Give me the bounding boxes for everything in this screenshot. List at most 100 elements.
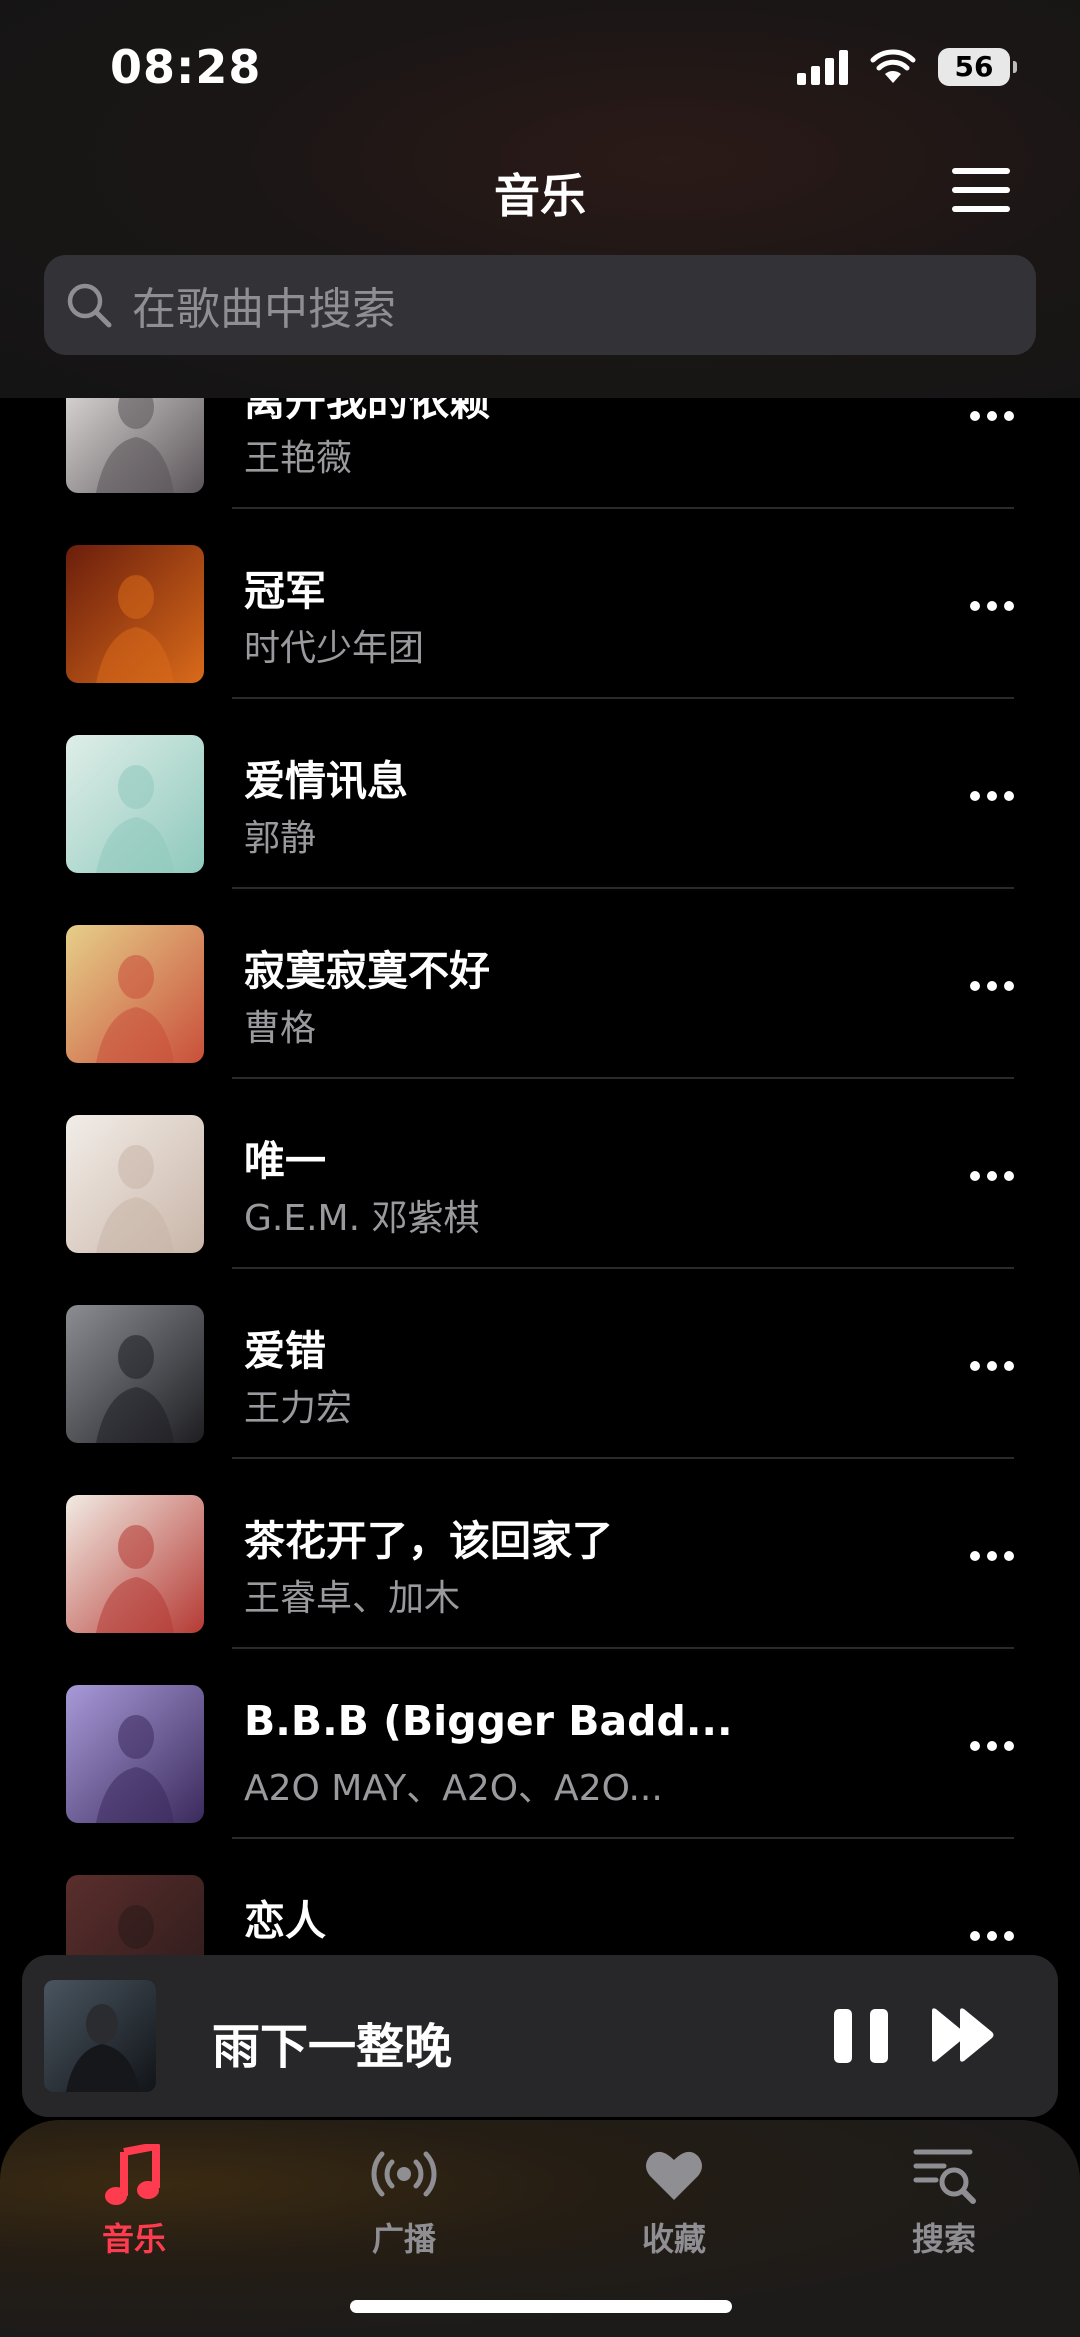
more-dot — [987, 1551, 997, 1561]
tab-music[interactable]: 音乐 — [34, 2144, 234, 2274]
album-cover — [66, 1495, 204, 1633]
song-row[interactable]: 寂寞寂寞不好 曹格 — [0, 889, 1080, 1079]
skip-forward-icon[interactable] — [928, 2005, 998, 2065]
tab-label: 搜索 — [911, 2220, 976, 2258]
more-dot — [1004, 411, 1014, 421]
tab-search[interactable]: 搜索 — [844, 2144, 1044, 2274]
tab-label: 音乐 — [101, 2220, 166, 2258]
more-dot — [1004, 791, 1014, 801]
more-dot — [1004, 601, 1014, 611]
now-playing-title: 雨下一整晚 — [212, 2019, 453, 2075]
more-dot — [970, 1361, 980, 1371]
song-title: 爱情讯息 — [244, 757, 408, 805]
song-row[interactable]: 恋人 — [0, 1839, 1080, 1956]
album-cover — [66, 735, 204, 873]
status-bar: 08:28 56 — [0, 0, 1080, 140]
song-row[interactable]: 爱错 王力宏 — [0, 1269, 1080, 1459]
search-placeholder: 在歌曲中搜索 — [132, 284, 396, 335]
album-cover — [66, 1685, 204, 1823]
more-dot — [987, 981, 997, 991]
more-options-button[interactable] — [970, 1361, 1014, 1371]
song-artist: 王艳薇 — [244, 438, 353, 479]
more-dot — [987, 1741, 997, 1751]
more-dot — [987, 1931, 997, 1941]
more-dot — [1004, 981, 1014, 991]
more-dot — [970, 601, 980, 611]
more-options-button[interactable] — [970, 1551, 1014, 1561]
more-dot — [970, 981, 980, 991]
more-options-button[interactable] — [970, 411, 1014, 421]
song-artist: 郭静 — [244, 818, 317, 859]
search-icon — [67, 283, 112, 328]
more-options-button[interactable] — [970, 981, 1014, 991]
album-cover — [66, 1115, 204, 1253]
album-cover — [66, 1875, 204, 1956]
album-cover — [66, 925, 204, 1063]
more-dot — [987, 601, 997, 611]
more-dot — [1004, 1171, 1014, 1181]
song-title: 爱错 — [244, 1327, 326, 1375]
more-dot — [970, 791, 980, 801]
battery-indicator: 56 — [938, 48, 1017, 86]
more-options-button[interactable] — [970, 791, 1014, 801]
song-artist: 时代少年团 — [244, 628, 425, 669]
more-options-button[interactable] — [970, 601, 1014, 611]
more-dot — [987, 411, 997, 421]
more-dot — [970, 1171, 980, 1181]
page-title: 音乐 — [494, 169, 586, 223]
more-options-button[interactable] — [970, 1171, 1014, 1181]
more-dot — [987, 1171, 997, 1181]
song-artist: 曹格 — [244, 1008, 317, 1049]
more-options-button[interactable] — [970, 1931, 1014, 1941]
more-dot — [1004, 1361, 1014, 1371]
album-cover — [66, 545, 204, 683]
song-artist: 王力宏 — [244, 1388, 353, 1429]
song-title: 冠军 — [244, 567, 326, 615]
more-dot — [970, 411, 980, 421]
menu-icon-line — [952, 168, 1010, 174]
tab-broadcast[interactable]: 广播 — [304, 2144, 504, 2274]
wifi-icon — [870, 49, 916, 83]
song-artist: G.E.M. 邓紫棋 — [244, 1198, 480, 1239]
search-list-icon — [913, 2149, 976, 2204]
song-row[interactable]: B.B.B (Bigger Badd... A2O MAY、A2O、A2O... — [0, 1649, 1080, 1839]
broadcast-icon — [371, 2151, 437, 2197]
song-row[interactable]: 唯一 G.E.M. 邓紫棋 — [0, 1079, 1080, 1269]
song-list: 离开我的依赖 王艳薇 冠军 时代少年团 爱情讯息 郭静 寂寞寂寞不好 曹格 唯一 G.E.M. 邓… — [0, 372, 1080, 1956]
more-dot — [970, 1931, 980, 1941]
cellular-signal-icon — [797, 49, 848, 85]
status-icons: 56 — [797, 48, 1017, 86]
song-title: 寂寞寂寞不好 — [244, 947, 490, 995]
tab-label: 收藏 — [641, 2220, 706, 2258]
more-dot — [1004, 1551, 1014, 1561]
heart-icon — [646, 2151, 702, 2200]
music-note-icon — [105, 2144, 160, 2205]
song-title: 茶花开了，该回家了 — [244, 1517, 613, 1565]
tab-favorites[interactable]: 收藏 — [574, 2144, 774, 2274]
more-dot — [1004, 1931, 1014, 1941]
menu-button[interactable] — [952, 168, 1010, 212]
tab-label: 广播 — [371, 2220, 436, 2258]
song-title: 恋人 — [244, 1897, 326, 1945]
song-artist: A2O MAY、A2O、A2O... — [244, 1768, 663, 1809]
home-indicator — [350, 2300, 732, 2313]
song-title: 唯一 — [244, 1137, 326, 1185]
menu-icon-line — [952, 206, 1010, 212]
search-input[interactable]: 在歌曲中搜索 — [44, 255, 1036, 355]
pause-button[interactable] — [834, 2009, 890, 2063]
more-dot — [970, 1741, 980, 1751]
song-row[interactable]: 茶花开了，该回家了王睿卓、加木 — [0, 1459, 1080, 1649]
song-row[interactable]: 冠军 时代少年团 — [0, 509, 1080, 699]
song-row[interactable]: 爱情讯息 郭静 — [0, 699, 1080, 889]
song-title: B.B.B (Bigger Badd... — [244, 1697, 733, 1745]
album-cover — [66, 1305, 204, 1443]
more-dot — [987, 1361, 997, 1371]
more-dot — [1004, 1741, 1014, 1751]
status-time: 08:28 — [110, 40, 262, 94]
more-dot — [970, 1551, 980, 1561]
song-artist: 王睿卓、加木 — [244, 1578, 461, 1619]
now-playing-cover — [44, 1980, 156, 2092]
more-options-button[interactable] — [970, 1741, 1014, 1751]
mini-player[interactable]: 雨下一整晚 — [22, 1955, 1058, 2117]
more-dot — [987, 791, 997, 801]
